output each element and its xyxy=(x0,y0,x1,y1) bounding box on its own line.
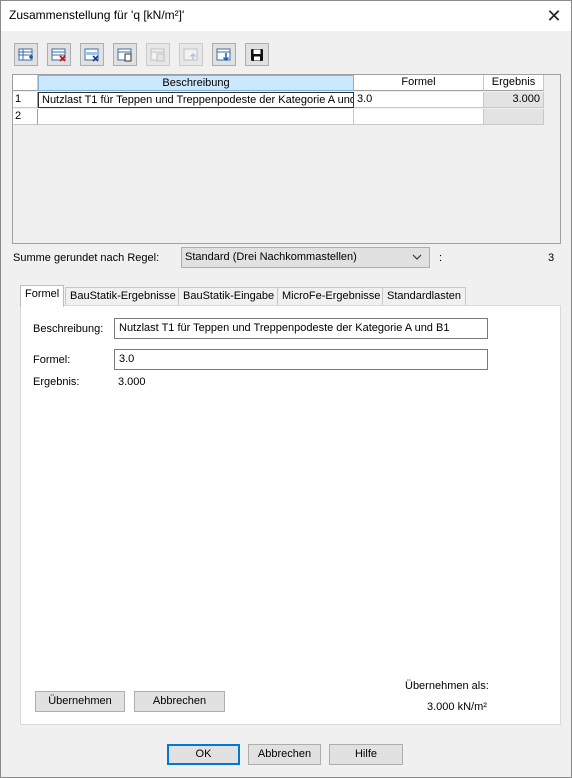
uebernehmen-als-label: Übernehmen als: xyxy=(405,680,489,692)
insert-row-icon xyxy=(18,48,33,61)
insert-row-button[interactable] xyxy=(14,43,38,66)
grid-corner-cell xyxy=(13,75,38,91)
save-icon xyxy=(251,49,263,61)
row-number[interactable]: 2 xyxy=(13,109,38,125)
ergebnis-label: Ergebnis: xyxy=(33,376,80,388)
grid-header-row: Beschreibung Formel Ergebnis xyxy=(13,75,562,91)
beschreibung-field[interactable]: Nutzlast T1 für Teppen und Treppenpodest… xyxy=(114,318,488,339)
delete-rows-button[interactable] xyxy=(80,43,104,66)
uebernehmen-als-value: 3.000 kN/m² xyxy=(427,701,487,713)
cell-ergebnis xyxy=(484,109,544,125)
chevron-down-icon xyxy=(412,254,422,260)
tab-standardlasten[interactable]: Standardlasten xyxy=(382,287,466,306)
paste-row-button[interactable] xyxy=(146,43,170,66)
close-icon[interactable]: ✕ xyxy=(537,1,571,31)
tab-microfe-ergebnisse[interactable]: MicroFe-Ergebnisse xyxy=(277,287,386,306)
formula-grid[interactable]: Beschreibung Formel Ergebnis 1 Nutzlast … xyxy=(12,74,561,244)
delete-row-button[interactable] xyxy=(47,43,71,66)
sum-rule-label: Summe gerundet nach Regel: xyxy=(13,252,160,264)
delete-row-icon xyxy=(51,48,66,62)
paste-row-icon xyxy=(150,48,165,62)
save-button[interactable] xyxy=(245,43,269,66)
move-up-icon xyxy=(183,48,198,61)
row-number[interactable]: 1 xyxy=(13,92,38,108)
panel-cancel-button[interactable]: Abbrechen xyxy=(134,691,225,712)
delete-rows-icon xyxy=(84,48,99,62)
column-header-beschreibung[interactable]: Beschreibung xyxy=(38,75,354,91)
table-row[interactable]: 2 xyxy=(13,109,562,125)
move-down-button[interactable] xyxy=(212,43,236,66)
sum-value: 3 xyxy=(548,252,555,264)
copy-row-icon xyxy=(117,48,132,62)
formel-field[interactable]: 3.0 xyxy=(114,349,488,370)
ok-button[interactable]: OK xyxy=(167,744,240,765)
beschreibung-label: Beschreibung: xyxy=(33,323,104,335)
cell-beschreibung[interactable] xyxy=(38,109,354,125)
formel-label: Formel: xyxy=(33,354,71,366)
cell-ergebnis: 3.000 xyxy=(484,92,544,108)
help-button[interactable]: Hilfe xyxy=(329,744,403,765)
column-header-formel[interactable]: Formel xyxy=(354,75,484,91)
cancel-button[interactable]: Abbrechen xyxy=(248,744,321,765)
dialog-window: Zusammenstellung für 'q [kN/m²]' ✕ Besch… xyxy=(0,0,572,778)
sum-colon: : xyxy=(439,252,443,264)
tab-baustatik-eingabe[interactable]: BauStatik-Eingabe xyxy=(178,287,280,306)
move-up-button[interactable] xyxy=(179,43,203,66)
tab-baustatik-ergebnisse[interactable]: BauStatik-Ergebnisse xyxy=(65,287,181,306)
column-header-ergebnis[interactable]: Ergebnis xyxy=(484,75,544,91)
formel-tab-panel: Beschreibung: Nutzlast T1 für Teppen und… xyxy=(20,305,561,725)
cell-formel[interactable]: 3.0 xyxy=(354,92,484,108)
cell-formel[interactable] xyxy=(354,109,484,125)
window-title: Zusammenstellung für 'q [kN/m²]' xyxy=(9,8,185,22)
copy-row-button[interactable] xyxy=(113,43,137,66)
rounding-rule-value: Standard (Drei Nachkommastellen) xyxy=(185,251,357,263)
move-down-icon xyxy=(216,48,231,62)
tab-formel[interactable]: Formel xyxy=(20,285,65,307)
cell-beschreibung[interactable]: Nutzlast T1 für Teppen und Treppenpodest… xyxy=(38,92,354,108)
ergebnis-value: 3.000 xyxy=(118,376,146,388)
title-bar: Zusammenstellung für 'q [kN/m²]' ✕ xyxy=(1,1,571,31)
table-row[interactable]: 1 Nutzlast T1 für Teppen und Treppenpode… xyxy=(13,92,562,108)
rounding-rule-select[interactable]: Standard (Drei Nachkommastellen) xyxy=(181,247,430,268)
apply-button[interactable]: Übernehmen xyxy=(35,691,125,712)
